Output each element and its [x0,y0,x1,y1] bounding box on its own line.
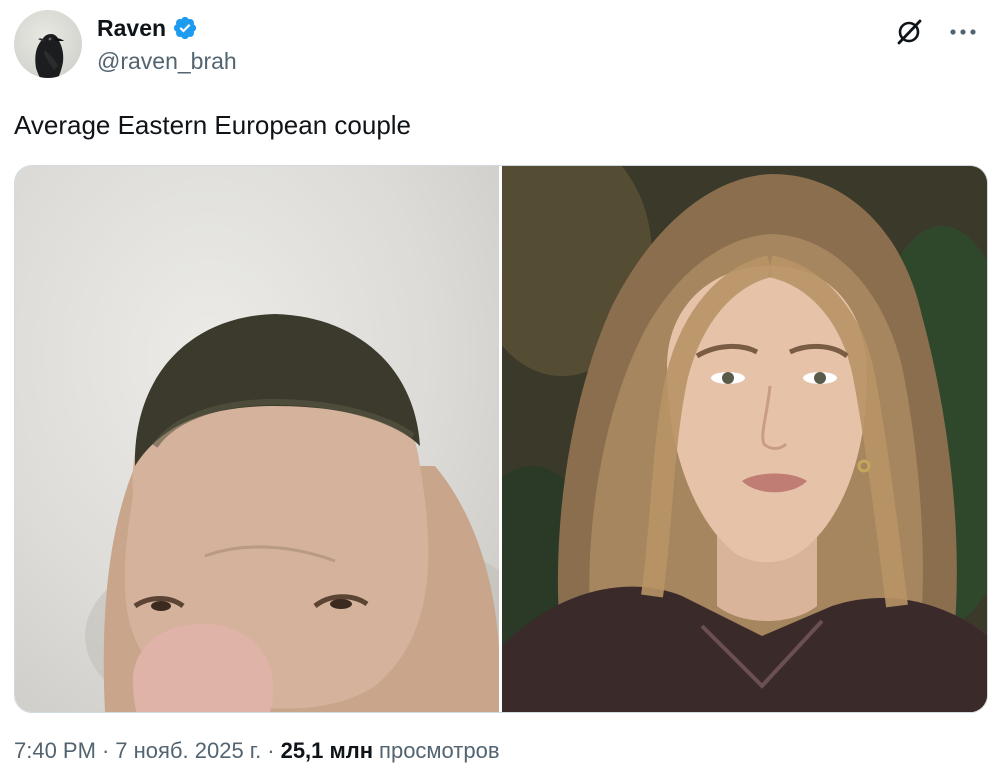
header-actions [891,14,981,50]
raven-icon [35,34,64,78]
meta-separator: · [101,738,110,763]
tweet-text: Average Eastern European couple [14,110,412,140]
meta-separator: · [267,738,275,763]
views-count: 25,1 млн [280,738,374,763]
avatar[interactable] [14,10,82,78]
verified-badge-icon[interactable] [172,15,198,41]
blonde-woman-portrait-photo[interactable] [502,166,987,712]
grok-slash-icon[interactable] [891,14,927,50]
name-row: Raven [97,12,237,44]
views-label: просмотров [379,738,500,763]
tweet-time[interactable]: 7:40 PM [14,738,96,764]
display-name[interactable]: Raven [97,15,166,42]
tweet-date[interactable]: 7 нояб. 2025 г. [115,738,261,764]
author-block: Raven @raven_brah [97,12,237,75]
tweet-card: Raven @raven_brah Average Eastern Europe… [0,0,1001,780]
media-grid [14,165,988,713]
more-dots-icon[interactable] [945,14,981,50]
pig-with-buzzcut-photo[interactable] [15,166,499,712]
handle[interactable]: @raven_brah [97,48,237,75]
tweet-meta: 7:40 PM · 7 нояб. 2025 г. · 25,1 млн про… [14,738,500,764]
